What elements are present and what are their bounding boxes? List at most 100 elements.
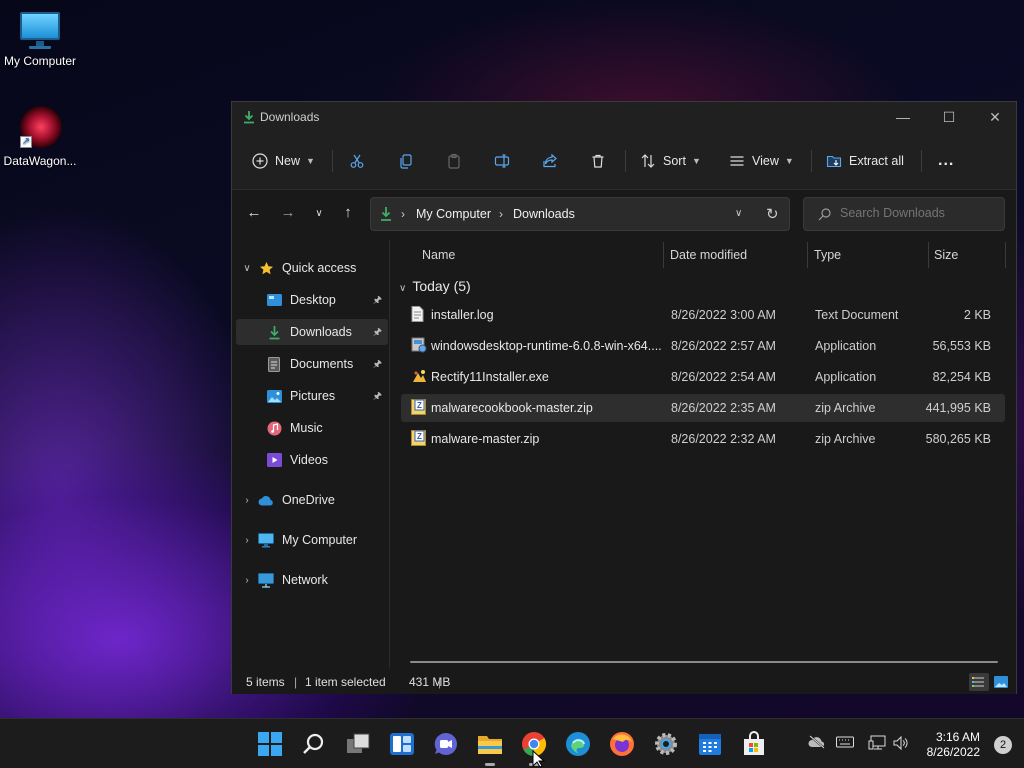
file-date: 8/26/2022 2:54 AM	[671, 370, 776, 384]
status-divider: |	[294, 675, 298, 689]
file-explorer-taskbar-button[interactable]	[477, 731, 503, 766]
group-header-today[interactable]: ∨ Today (5)	[399, 278, 471, 294]
search-input[interactable]	[840, 206, 1000, 220]
breadcrumb-my-computer[interactable]: My Computer	[416, 207, 491, 221]
paste-button[interactable]	[446, 148, 462, 174]
delete-button[interactable]	[590, 148, 606, 174]
share-button[interactable]	[542, 148, 558, 174]
nav-item-pictures[interactable]: Pictures 🖈	[236, 383, 388, 409]
rename-button[interactable]	[494, 148, 510, 174]
file-name: installer.log	[431, 308, 494, 322]
breadcrumb-downloads[interactable]: Downloads	[513, 207, 575, 221]
file-type: Application	[815, 339, 877, 353]
settings-taskbar-button[interactable]	[653, 731, 679, 757]
text-file-icon	[411, 306, 427, 324]
desktop-icon-datawagon[interactable]: ↗ DataWagon...	[0, 106, 80, 168]
calendar-taskbar-button[interactable]	[697, 731, 723, 757]
title-bar[interactable]: Downloads — ☐ ✕	[232, 102, 1016, 132]
clock-date: 8/26/2022	[926, 745, 980, 759]
chevron-down-icon[interactable]: ∨	[735, 208, 742, 219]
file-row[interactable]: installer.log 8/26/2022 3:00 AM Text Doc…	[401, 301, 1005, 329]
volume-icon[interactable]	[892, 735, 910, 753]
nav-item-network[interactable]: › Network	[236, 567, 388, 593]
recent-locations-button[interactable]: ∨	[307, 208, 331, 230]
store-icon	[744, 731, 764, 755]
column-header-size[interactable]: Size	[934, 240, 958, 270]
new-label: New	[275, 154, 301, 168]
minimize-button[interactable]: —	[880, 102, 926, 132]
firefox-taskbar-button[interactable]	[609, 731, 635, 757]
nav-item-desktop[interactable]: Desktop 🖈	[236, 287, 388, 313]
nav-quick-access[interactable]: ∨ Quick access	[236, 255, 388, 281]
clock[interactable]: 3:16 AM 8/26/2022	[927, 730, 980, 760]
pin-icon[interactable]: 🖈	[373, 325, 382, 342]
chevron-down-icon[interactable]: ∨	[236, 263, 258, 274]
column-divider[interactable]	[1005, 242, 1006, 268]
pin-icon[interactable]: 🖈	[373, 293, 382, 310]
column-header-type[interactable]: Type	[814, 240, 841, 270]
forward-button[interactable]: →	[276, 204, 300, 226]
rename-icon	[494, 154, 510, 168]
nav-item-music[interactable]: Music	[236, 415, 388, 441]
sort-label: Sort	[663, 154, 686, 168]
teams-chat-button[interactable]	[433, 731, 459, 757]
chevron-right-icon[interactable]: ›	[236, 535, 258, 546]
file-row[interactable]: Rectify11Installer.exe 8/26/2022 2:54 AM…	[401, 363, 1005, 391]
search-box[interactable]	[803, 197, 1005, 231]
breadcrumb-separator: ›	[401, 207, 405, 221]
widgets-button[interactable]	[389, 731, 415, 757]
nav-item-onedrive[interactable]: › OneDrive	[236, 487, 388, 513]
chevron-right-icon[interactable]: ›	[236, 575, 258, 586]
more-options-button[interactable]: ...	[938, 148, 954, 174]
horizontal-scrollbar[interactable]	[410, 661, 998, 663]
file-explorer-window: Downloads — ☐ ✕ New ▼ Sort ▼ View ▼ Extr…	[231, 101, 1017, 694]
desktop-icon-my-computer[interactable]: My Computer	[0, 10, 80, 68]
file-row[interactable]: Z malware-master.zip 8/26/2022 2:32 AM z…	[401, 425, 1005, 453]
cut-button[interactable]	[349, 148, 365, 174]
pin-icon[interactable]: 🖈	[373, 357, 382, 374]
edge-taskbar-button[interactable]	[565, 731, 591, 757]
chevron-right-icon[interactable]: ›	[236, 495, 258, 506]
search-button[interactable]	[301, 731, 327, 757]
new-button[interactable]: New ▼	[252, 148, 315, 174]
notification-badge[interactable]: 2	[994, 736, 1012, 754]
column-header-name[interactable]: Name	[422, 240, 455, 270]
folder-icon	[478, 736, 502, 754]
store-taskbar-button[interactable]	[741, 731, 767, 757]
task-view-button[interactable]	[345, 731, 371, 757]
nav-item-downloads[interactable]: Downloads 🖈	[236, 319, 388, 345]
calendar-icon	[699, 734, 721, 755]
task-view-icon	[347, 733, 370, 753]
onedrive-status-icon[interactable]	[808, 735, 826, 753]
file-row-selected[interactable]: Z malwarecookbook-master.zip 8/26/2022 2…	[401, 394, 1005, 422]
nav-item-videos[interactable]: Videos	[236, 447, 388, 473]
pin-icon[interactable]: 🖈	[373, 389, 382, 406]
thumbnails-view-button[interactable]	[991, 673, 1011, 691]
details-view-button[interactable]	[969, 673, 989, 691]
status-item-count: 5 items	[246, 675, 285, 689]
status-bar: 5 items | 1 item selected 431 MB |	[232, 668, 1016, 694]
file-row[interactable]: windowsdesktop-runtime-6.0.8-win-x64....…	[401, 332, 1005, 360]
extract-all-button[interactable]: Extract all	[826, 148, 904, 174]
column-divider[interactable]	[663, 242, 664, 268]
nav-label: Desktop	[290, 293, 336, 307]
column-divider[interactable]	[807, 242, 808, 268]
column-header-date[interactable]: Date modified	[670, 240, 747, 270]
plus-icon	[252, 153, 268, 169]
view-button[interactable]: View ▼	[729, 148, 794, 174]
refresh-icon[interactable]: ↻	[766, 205, 779, 223]
sort-button[interactable]: Sort ▼	[640, 148, 701, 174]
file-type: zip Archive	[815, 432, 876, 446]
nav-item-documents[interactable]: Documents 🖈	[236, 351, 388, 377]
up-button[interactable]: ↑	[336, 204, 360, 226]
start-button[interactable]	[257, 731, 283, 757]
copy-button[interactable]	[398, 148, 414, 174]
nav-item-my-computer[interactable]: › My Computer	[236, 527, 388, 553]
keyboard-icon[interactable]	[836, 735, 854, 753]
maximize-button[interactable]: ☐	[926, 102, 972, 132]
network-status-icon[interactable]	[868, 735, 886, 753]
back-button[interactable]: ←	[242, 204, 266, 226]
column-divider[interactable]	[928, 242, 929, 268]
close-button[interactable]: ✕	[972, 102, 1018, 132]
address-bar[interactable]: › My Computer › Downloads ∨ ↻	[370, 197, 790, 231]
